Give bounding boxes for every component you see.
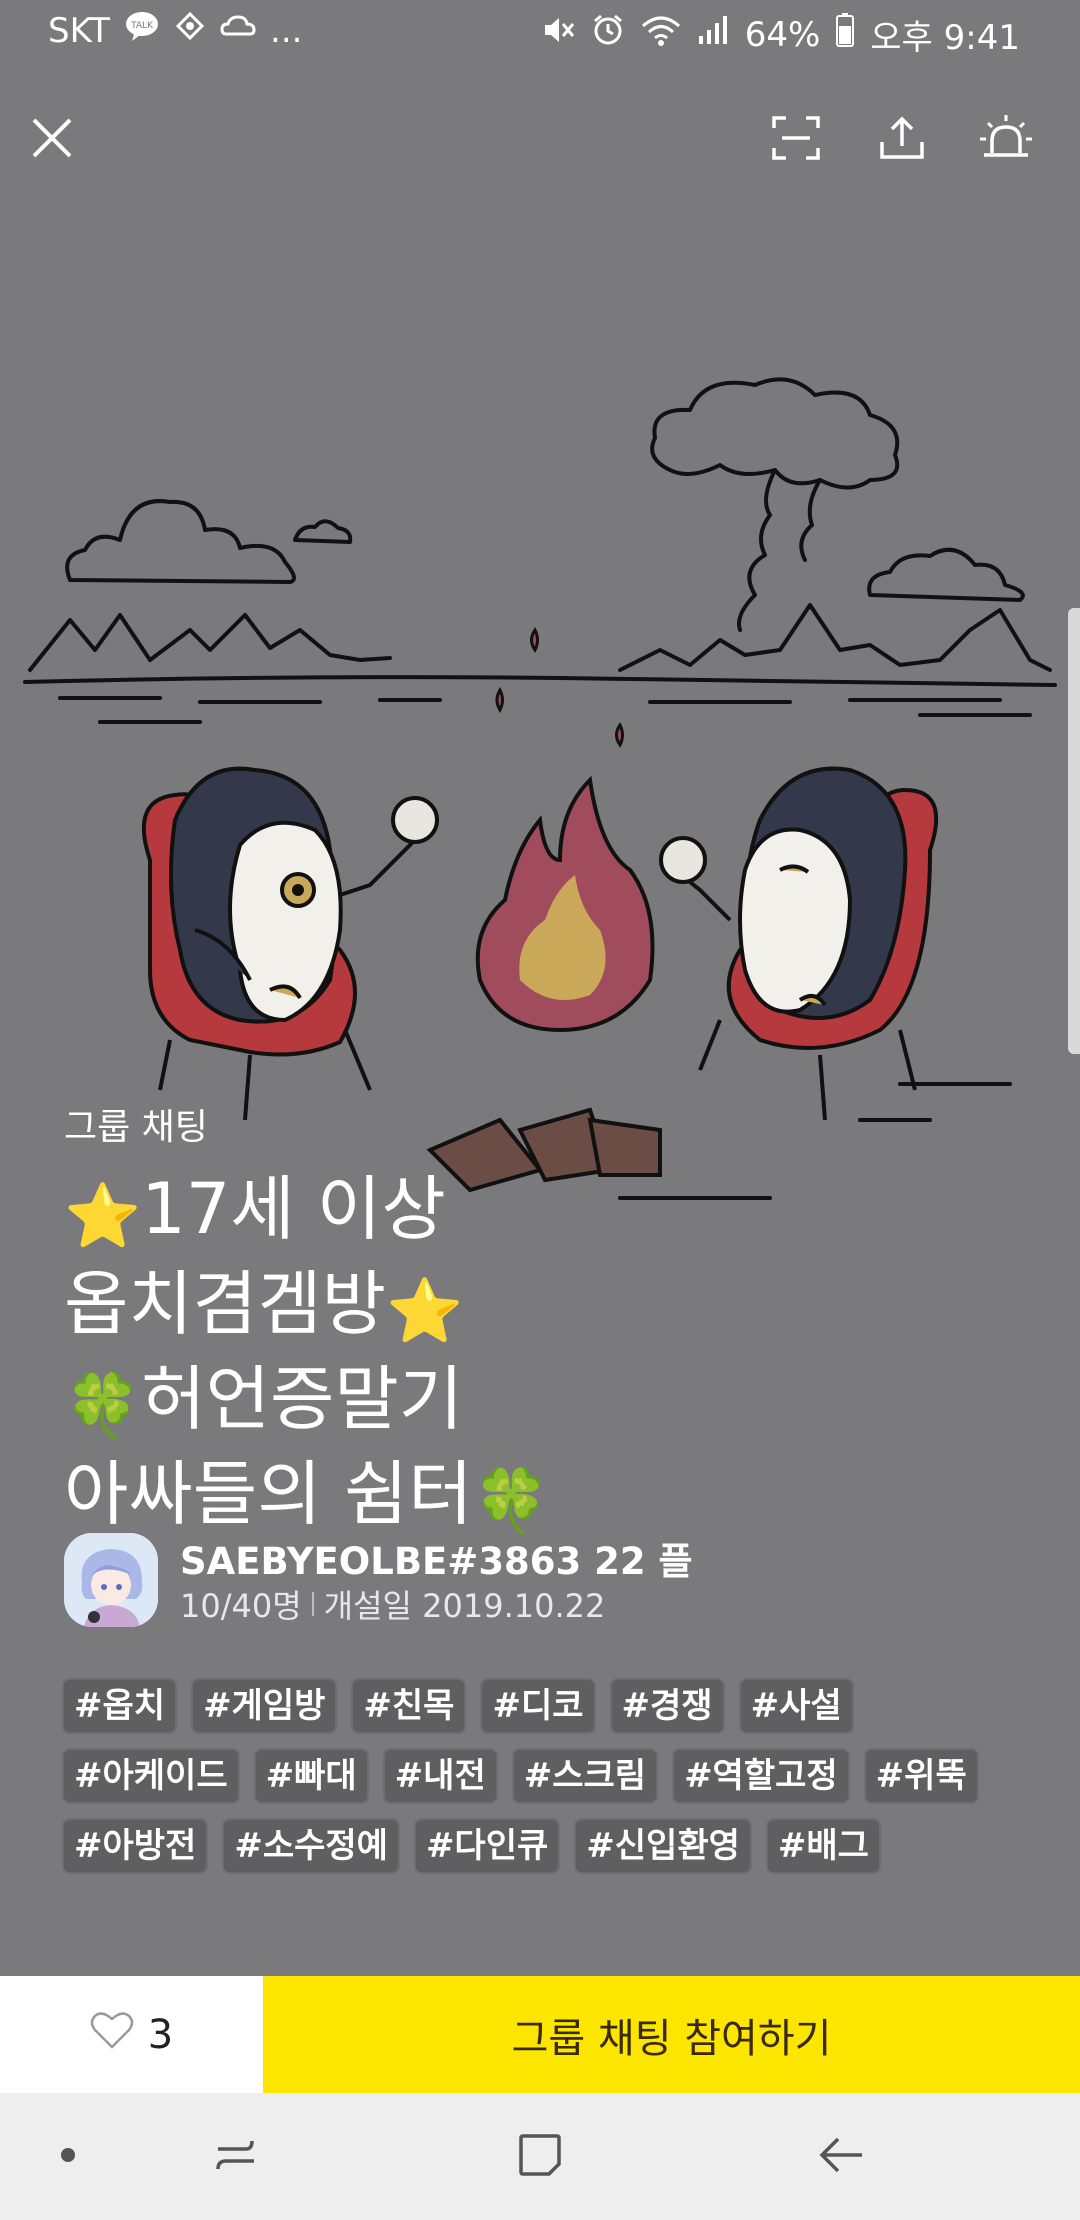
app-icon <box>174 10 206 51</box>
title-line: ⭐17세 이상 <box>64 1168 446 1252</box>
status-bar: SKT TALK ... 64% 오후 9:41 <box>0 0 1080 64</box>
title-line: 🍀허언증말기 <box>64 1358 464 1442</box>
hashtag[interactable]: #배그 <box>765 1818 881 1874</box>
close-button[interactable] <box>12 100 92 180</box>
like-button[interactable]: 3 <box>0 1976 263 2093</box>
clock: 오후 9:41 <box>870 18 1020 58</box>
report-siren-icon <box>978 113 1034 167</box>
action-bar: 3 그룹 채팅 참여하기 <box>0 1976 1080 2093</box>
like-count: 3 <box>147 2011 174 2058</box>
room-meta: 10/40명 개설일 2019.10.22 <box>180 1581 605 1627</box>
room-title: ⭐17세 이상 옵치겸겜방⭐ 🍀허언증말기 아싸들의 쉼터🍀 <box>64 1165 964 1545</box>
recent-apps-button[interactable] <box>206 2127 266 2187</box>
recent-apps-icon <box>212 2135 260 2179</box>
dot-icon <box>60 2147 76 2167</box>
hashtag[interactable]: #신입환영 <box>574 1818 752 1874</box>
star-icon: ⭐ <box>386 1274 464 1347</box>
back-icon <box>818 2135 866 2179</box>
opened-date: 개설일 2019.10.22 <box>323 1587 606 1625</box>
home-button[interactable] <box>510 2127 570 2187</box>
owner-name: SAEBYEOLBE#3863 22 플 <box>180 1540 693 1583</box>
share-button[interactable] <box>862 100 942 180</box>
nav-dot-button[interactable] <box>38 2127 98 2187</box>
close-icon <box>30 116 74 164</box>
report-button[interactable] <box>966 100 1046 180</box>
title-line: 옵치겸겜방⭐ <box>64 1263 464 1347</box>
owner-profile[interactable]: SAEBYEOLBE#3863 22 플 10/40명 개설일 2019.10.… <box>64 1533 693 1627</box>
join-label: 그룹 채팅 참여하기 <box>511 2015 832 2062</box>
hashtag[interactable]: #아케이드 <box>62 1748 240 1804</box>
home-icon <box>517 2132 563 2182</box>
hashtag[interactable]: #위뚝 <box>863 1748 979 1804</box>
room-category: 그룹 채팅 <box>64 1107 208 1148</box>
hashtag[interactable]: #사설 <box>738 1678 854 1734</box>
weather-icon <box>220 11 256 51</box>
hashtag-list: #옵치 #게임방 #친목 #디코 #경쟁 #사설 #아케이드 #빠대 #내전 #… <box>62 1678 1022 1874</box>
hashtag[interactable]: #역할고정 <box>672 1748 850 1804</box>
mute-icon <box>541 14 575 55</box>
share-icon <box>879 116 925 164</box>
hashtag[interactable]: #다인큐 <box>413 1818 561 1874</box>
hashtag[interactable]: #빠대 <box>253 1748 369 1804</box>
join-group-chat-button[interactable]: 그룹 채팅 참여하기 <box>263 1976 1080 2093</box>
svg-text:TALK: TALK <box>130 21 154 31</box>
hashtag[interactable]: #스크림 <box>511 1748 659 1804</box>
member-count: 10/40명 <box>180 1587 302 1625</box>
divider <box>311 1592 314 1616</box>
carrier-label: SKT <box>48 10 111 51</box>
avatar[interactable] <box>64 1533 158 1627</box>
battery-icon <box>836 13 855 56</box>
hashtag[interactable]: #게임방 <box>191 1678 338 1734</box>
alarm-icon <box>591 13 625 56</box>
more-notifications: ... <box>270 10 303 51</box>
hashtag[interactable]: #친목 <box>351 1678 467 1734</box>
back-button[interactable] <box>812 2127 872 2187</box>
heart-icon <box>90 2010 134 2060</box>
hashtag[interactable]: #옵치 <box>62 1678 178 1734</box>
talk-icon: TALK <box>124 10 160 51</box>
scan-button[interactable] <box>756 100 836 180</box>
signal-icon <box>697 14 729 55</box>
scan-icon <box>772 116 820 164</box>
hashtag[interactable]: #내전 <box>382 1748 498 1804</box>
clover-icon: 🍀 <box>472 1464 550 1537</box>
battery-percent: 64% <box>744 14 821 55</box>
hashtag[interactable]: #디코 <box>480 1678 596 1734</box>
hashtag[interactable]: #아방전 <box>62 1818 209 1874</box>
wifi-icon <box>641 14 681 55</box>
hashtag[interactable]: #경쟁 <box>609 1678 725 1734</box>
star-icon: ⭐ <box>64 1179 142 1252</box>
top-bar <box>0 100 1080 180</box>
hashtag[interactable]: #소수정예 <box>222 1818 400 1874</box>
clover-icon: 🍀 <box>64 1369 142 1442</box>
system-nav-bar <box>0 2093 1080 2220</box>
